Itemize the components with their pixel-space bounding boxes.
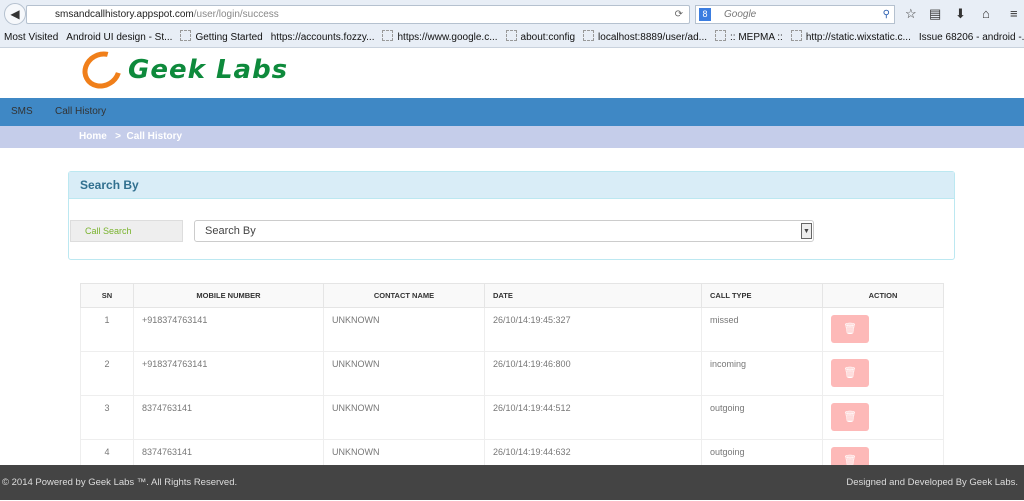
cell-action: 🗑 [822,351,944,396]
delete-button[interactable]: 🗑 [831,403,869,431]
cell-date: 26/10/14:19:45:327 [484,307,702,352]
reading-list-icon[interactable]: ▤ [929,6,941,22]
bookmark-star-icon[interactable]: ☆ [905,6,917,22]
bookmarks-bar: Most Visited Android UI design - St... G… [0,30,1024,46]
logo-text: Geek Labs [128,55,289,85]
bookmark[interactable]: https://accounts.fozzy... [271,30,375,46]
call-search-label: Call Search [70,220,183,242]
url-host: smsandcallhistory.appspot.com [55,9,194,20]
breadcrumb-current: Call History [126,131,183,142]
header-contact: CONTACT NAME [323,283,485,308]
reload-icon[interactable]: ⟳ [675,6,683,23]
bookmark[interactable]: Android UI design - St... [66,30,172,46]
bookmark[interactable]: :: MEPMA :: [715,30,783,46]
logo[interactable]: Geek Labs [75,44,289,96]
bookmark[interactable]: localhost:8889/user/ad... [583,30,707,46]
delete-button[interactable]: 🗑 [831,359,869,387]
cell-call-type: incoming [701,351,823,396]
header-sn: SN [80,283,134,308]
menu-icon[interactable]: ≡ [1010,6,1018,21]
select-value: Search By [205,225,256,237]
bookmark[interactable]: Getting Started [180,30,262,46]
cell-date: 26/10/14:19:44:512 [484,395,702,440]
header-call-type: CALL TYPE [701,283,823,308]
header-action: ACTION [822,283,944,308]
cell-call-type: missed [701,307,823,352]
cell-sn: 1 [80,307,134,352]
home-icon[interactable]: ⌂ [982,6,990,21]
footer: © 2014 Powered by Geek Labs ™. All Right… [0,465,1024,500]
search-panel: Search By Call Search Search By ▼ [68,171,955,260]
table-row: 2 +918374763141 UNKNOWN 26/10/14:19:46:800 i… [80,351,944,396]
cell-contact: UNKNOWN [323,395,485,440]
url-path: /user/login/success [193,9,279,20]
footer-copyright: © 2014 Powered by Geek Labs ™. All Right… [2,477,238,488]
search-by-select[interactable]: Search By ▼ [194,220,814,242]
dropdown-arrow-icon[interactable]: ▼ [801,223,812,239]
cell-date: 26/10/14:19:46:800 [484,351,702,396]
cell-mobile: +918374763141 [133,351,324,396]
cell-call-type: outgoing [701,395,823,440]
call-history-table: SN MOBILE NUMBER CONTACT NAME DATE CALL … [80,283,944,484]
bookmark[interactable]: Most Visited [4,30,58,46]
bookmark[interactable]: https://www.google.c... [382,30,497,46]
table-row: 3 8374763141 UNKNOWN 26/10/14:19:44:512 outg… [80,395,944,440]
cell-action: 🗑 [822,395,944,440]
delete-button[interactable]: 🗑 [831,315,869,343]
search-icon[interactable]: ⚲ [883,6,890,23]
back-button[interactable]: ◀ [4,3,26,25]
browser-toolbar: ◀ smsandcallhistory.appspot.com/user/log… [0,0,1024,48]
cell-contact: UNKNOWN [323,351,485,396]
url-bar[interactable]: smsandcallhistory.appspot.com/user/login… [26,5,690,24]
cell-contact: UNKNOWN [323,307,485,352]
cell-mobile: +918374763141 [133,307,324,352]
footer-credit: Designed and Developed By Geek Labs. [846,477,1018,488]
header-date: DATE [484,283,702,308]
bookmark[interactable]: http://static.wixstatic.c... [791,30,911,46]
download-icon[interactable]: ⬇ [955,6,966,22]
cell-mobile: 8374763141 [133,395,324,440]
bookmark[interactable]: about:config [506,30,576,46]
trash-icon: 🗑 [843,411,857,423]
trash-icon: 🗑 [843,323,857,335]
breadcrumb: Home > Call History [0,126,1024,148]
cell-sn: 3 [80,395,134,440]
trash-icon: 🗑 [843,367,857,379]
google-icon: 8 [699,8,711,21]
bookmark[interactable]: Issue 68206 - android -... [919,30,1024,46]
search-placeholder: Google [724,9,757,20]
main-nav: SMS Call History [0,98,1024,126]
breadcrumb-home[interactable]: Home [79,131,107,142]
cell-action: 🗑 [822,307,944,352]
search-box[interactable]: 8 Google ⚲ [695,5,895,24]
nav-item-call-history[interactable]: Call History [55,98,106,126]
table-row: 1 +918374763141 UNKNOWN 26/10/14:19:45:327 m… [80,307,944,352]
nav-item-sms[interactable]: SMS [11,98,33,126]
breadcrumb-separator: > [115,131,121,142]
header-mobile: MOBILE NUMBER [133,283,324,308]
panel-title: Search By [69,172,954,199]
logo-swirl-icon [75,44,129,96]
cell-sn: 2 [80,351,134,396]
